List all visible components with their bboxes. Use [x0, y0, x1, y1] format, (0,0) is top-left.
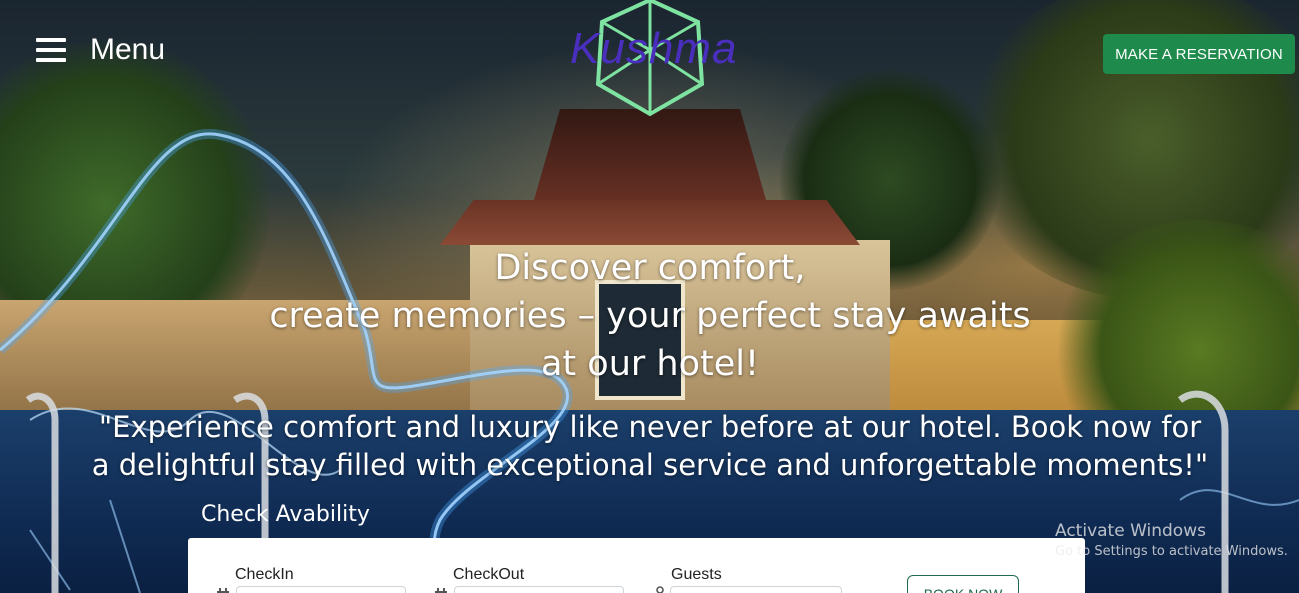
watermark-subtitle: Go to Settings to activate Windows.	[1055, 544, 1288, 559]
person-icon	[656, 586, 664, 593]
watermark-title: Activate Windows	[1055, 521, 1206, 541]
checkout-input[interactable]	[454, 586, 624, 593]
menu-toggle[interactable]: Menu	[36, 30, 165, 70]
logo-text: Kushma	[570, 24, 738, 73]
headline-line: at our hotel!	[540, 344, 759, 384]
book-now-button[interactable]: BOOK NOW	[907, 575, 1019, 593]
checkout-label: CheckOut	[453, 566, 525, 583]
checkin-label: CheckIn	[235, 566, 294, 583]
make-reservation-button[interactable]: MAKE A RESERVATION	[1103, 34, 1295, 74]
guests-label: Guests	[671, 566, 722, 583]
hero-subtitle: "Experience comfort and luxury like neve…	[40, 408, 1260, 484]
windows-activation-watermark: Activate Windows Go to Settings to activ…	[1055, 521, 1288, 559]
headline-line: Discover comfort,	[494, 248, 806, 288]
booking-panel: CheckIn CheckOut Guests BOOK NOW	[188, 538, 1085, 593]
calendar-icon	[435, 588, 447, 593]
headline-line: create memories – your perfect stay awai…	[269, 296, 1031, 336]
hamburger-icon	[36, 38, 66, 62]
hero-headline: Discover comfort, create memories – your…	[150, 244, 1150, 388]
guests-input[interactable]	[670, 586, 842, 593]
checkin-input[interactable]	[236, 586, 406, 593]
menu-label: Menu	[90, 33, 166, 66]
check-availability-title: Check Avability	[201, 502, 370, 527]
subtitle-line: "Experience comfort and luxury like neve…	[98, 410, 1202, 444]
calendar-icon	[217, 588, 229, 593]
villa-roof-eave	[440, 200, 860, 245]
subtitle-line: a delightful stay filled with exceptiona…	[91, 448, 1209, 482]
brand-logo[interactable]: Kushma	[570, 0, 738, 118]
